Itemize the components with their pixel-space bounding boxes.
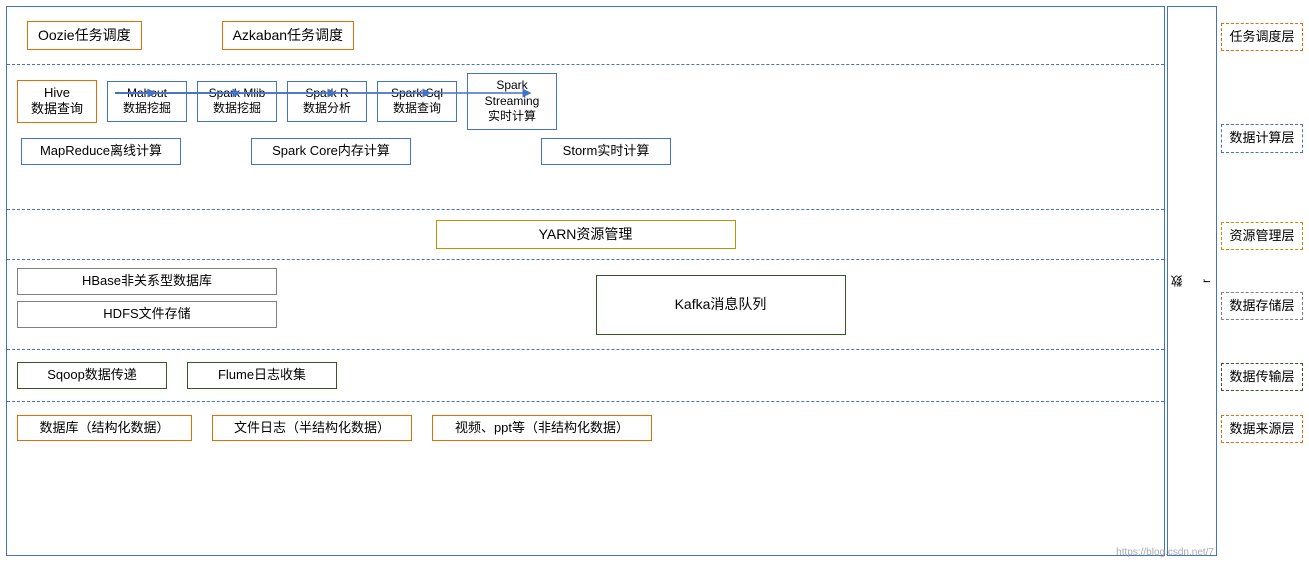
data-computation-row: Hive数据查询 xyxy=(7,65,1164,210)
computation-top: Hive数据查询 xyxy=(17,73,1154,130)
video-source-box: 视频、ppt等（非结构化数据） xyxy=(432,415,652,442)
kafka-storage-box: Kafka消息队列 xyxy=(596,275,846,335)
oozie-box: Oozie任务调度 xyxy=(27,21,142,49)
zookeeper-bar: Zookeeper数据平台配置和调度 xyxy=(1167,6,1217,556)
flume-box: Flume日志收集 xyxy=(187,362,337,389)
database-source-box: 数据库（结构化数据） xyxy=(17,415,192,442)
yarn-box: YARN资源管理 xyxy=(436,220,736,248)
zookeeper-label: Zookeeper数据平台配置和调度 xyxy=(1167,275,1217,287)
task-scheduling-row: Oozie任务调度 Azkaban任务调度 xyxy=(7,7,1164,65)
storm-box: Storm实时计算 xyxy=(541,138,671,165)
diagram-area: Oozie任务调度 Azkaban任务调度 Hive数据查询 xyxy=(0,0,1165,562)
sqoop-box: Sqoop数据传递 xyxy=(17,362,167,389)
storage-left: HBase非关系型数据库 HDFS文件存储 xyxy=(17,268,277,341)
zookeeper-column: Zookeeper数据平台配置和调度 xyxy=(1167,0,1217,562)
data-storage-label: 数据存储层 xyxy=(1221,292,1303,320)
watermark: https://blog.csdn.net/7 xyxy=(1116,547,1214,558)
label-wrapper-transmission: 数据传输层 xyxy=(1219,351,1305,403)
label-wrapper-computation: 数据计算层 xyxy=(1219,66,1305,211)
arrows-group: Mahout数据挖掘 Spark Mlib数据挖掘 Spark R数据分析 Sp… xyxy=(107,73,557,130)
resource-management-label: 资源管理层 xyxy=(1221,222,1303,250)
task-scheduling-label: 任务调度层 xyxy=(1221,23,1303,51)
label-wrapper-task: 任务调度层 xyxy=(1219,8,1305,66)
azkaban-box: Azkaban任务调度 xyxy=(222,21,354,49)
main-container: Oozie任务调度 Azkaban任务调度 Hive数据查询 xyxy=(0,0,1309,562)
data-sources-row: 数据库（结构化数据） 文件日志（半结构化数据） 视频、ppt等（非结构化数据） xyxy=(7,402,1164,454)
data-transmission-row: Sqoop数据传递 Flume日志收集 xyxy=(7,350,1164,402)
label-wrapper-resource: 资源管理层 xyxy=(1219,211,1305,261)
label-wrapper-sources: 数据来源层 xyxy=(1219,403,1305,455)
data-storage-row: HBase非关系型数据库 HDFS文件存储 Kafka消息队列 xyxy=(7,260,1164,350)
mapreduce-box: MapReduce离线计算 xyxy=(21,138,181,165)
computation-bottom: MapReduce离线计算 Spark Core内存计算 Storm实时计算 xyxy=(17,138,1154,165)
resource-management-row: YARN资源管理 xyxy=(7,210,1164,260)
data-transmission-label: 数据传输层 xyxy=(1221,363,1303,391)
arrows-svg xyxy=(37,68,637,123)
spark-core-box: Spark Core内存计算 xyxy=(251,138,411,165)
inner-diagram: Oozie任务调度 Azkaban任务调度 Hive数据查询 xyxy=(7,7,1164,555)
hdfs-box: HDFS文件存储 xyxy=(17,301,277,328)
hbase-box: HBase非关系型数据库 xyxy=(17,268,277,295)
layer-labels: 任务调度层 数据计算层 资源管理层 数据存储层 数据传输层 数据来源层 xyxy=(1219,0,1309,562)
label-wrapper-storage: 数据存储层 xyxy=(1219,261,1305,351)
data-sources-label: 数据来源层 xyxy=(1221,415,1303,443)
data-computation-label: 数据计算层 xyxy=(1221,124,1303,152)
outer-border: Oozie任务调度 Azkaban任务调度 Hive数据查询 xyxy=(6,6,1165,556)
log-source-box: 文件日志（半结构化数据） xyxy=(212,415,412,442)
storage-right: Kafka消息队列 xyxy=(287,268,1154,341)
